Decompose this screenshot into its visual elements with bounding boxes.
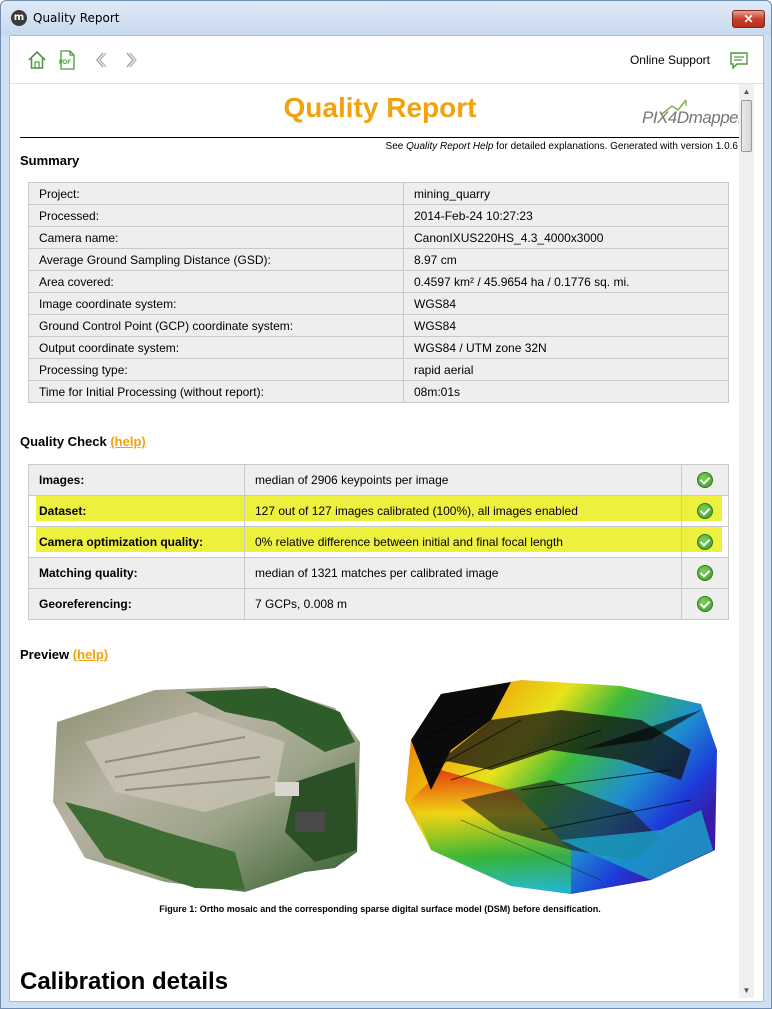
quality-check-status [681, 464, 729, 496]
quality-check-value: 0% relative difference between initial a… [244, 526, 682, 558]
preview-help-link[interactable]: (help) [73, 647, 108, 662]
help-note-prefix: See [385, 141, 407, 152]
quality-check-table: Images: median of 2906 keypoints per imag… [28, 464, 729, 620]
preview-heading: Preview (help) [20, 647, 108, 662]
summary-row: Project: mining_quarry [28, 182, 729, 205]
quality-check-label: Camera optimization quality: [28, 526, 245, 558]
quality-check-value: 127 out of 127 images calibrated (100%),… [244, 495, 682, 527]
summary-row: Time for Initial Processing (without rep… [28, 380, 729, 403]
summary-label: Area covered: [28, 270, 404, 293]
online-support-link[interactable]: Online Support [630, 53, 710, 67]
quality-check-status [681, 588, 729, 620]
quality-check-row: Georeferencing: 7 GCPs, 0.008 m [28, 588, 729, 620]
summary-label: Output coordinate system: [28, 336, 404, 359]
pdf-icon[interactable]: PDF [56, 49, 78, 71]
summary-heading: Summary [20, 153, 80, 168]
check-ok-icon [697, 472, 713, 488]
client-area: PDF Online Support Quality Report PIX4Dm… [9, 35, 764, 1002]
check-ok-icon [697, 534, 713, 550]
quality-check-status [681, 557, 729, 589]
summary-label: Average Ground Sampling Distance (GSD): [28, 248, 404, 271]
quality-check-value: 7 GCPs, 0.008 m [244, 588, 682, 620]
quality-report-window: m Quality Report ✕ PDF Online Support Qu… [0, 0, 772, 1009]
pix4d-app-icon: m [11, 10, 27, 26]
summary-value: mining_quarry [403, 182, 729, 205]
report-document[interactable]: Quality Report PIX4Dmapper See Quality R… [20, 84, 740, 998]
check-ok-icon [697, 596, 713, 612]
summary-row: Ground Control Point (GCP) coordinate sy… [28, 314, 729, 337]
summary-label: Ground Control Point (GCP) coordinate sy… [28, 314, 404, 337]
title-bar[interactable]: m Quality Report ✕ [1, 1, 771, 35]
brand-text: PIX4Dmapper [642, 108, 740, 127]
calibration-details-heading: Calibration details [20, 968, 229, 995]
quality-check-row: Images: median of 2906 keypoints per imag… [28, 464, 729, 496]
summary-row: Processing type: rapid aerial [28, 358, 729, 381]
pix4dmapper-logo: PIX4Dmapper [642, 96, 740, 128]
quality-check-row: Dataset: 127 out of 127 images calibrated… [28, 495, 729, 527]
summary-value: rapid aerial [403, 358, 729, 381]
chat-bubble-icon[interactable] [729, 50, 749, 70]
quality-check-row: Camera optimization quality: 0% relative … [28, 526, 729, 558]
check-ok-icon [697, 503, 713, 519]
quality-check-heading: Quality Check (help) [20, 434, 146, 449]
quality-check-value: median of 1321 matches per calibrated im… [244, 557, 682, 589]
preview-title: Preview [20, 647, 70, 662]
summary-label: Processed: [28, 204, 404, 227]
window-title: Quality Report [33, 11, 120, 25]
help-note-suffix: for detailed explanations. Generated wit… [493, 141, 738, 152]
vertical-scrollbar[interactable]: ▲ ▼ [739, 84, 754, 998]
summary-row: Output coordinate system: WGS84 / UTM zon… [28, 336, 729, 359]
quality-check-label: Images: [28, 464, 245, 496]
check-ok-icon [697, 565, 713, 581]
dsm-image [401, 680, 717, 898]
quality-check-label: Matching quality: [28, 557, 245, 589]
summary-row: Area covered: 0.4597 km² / 45.9654 ha / 0… [28, 270, 729, 293]
home-icon[interactable] [26, 49, 48, 71]
quality-check-status [681, 495, 729, 527]
title-divider [20, 137, 740, 138]
forward-chevron-icon[interactable] [120, 49, 142, 71]
quality-check-value: median of 2906 keypoints per image [244, 464, 682, 496]
summary-row: Average Ground Sampling Distance (GSD): 8… [28, 248, 729, 271]
quality-check-label: Georeferencing: [28, 588, 245, 620]
quality-check-status [681, 526, 729, 558]
toolbar: PDF Online Support [10, 36, 763, 84]
summary-row: Image coordinate system: WGS84 [28, 292, 729, 315]
summary-value: 2014-Feb-24 10:27:23 [403, 204, 729, 227]
scroll-down-arrow-icon[interactable]: ▼ [739, 983, 754, 998]
help-note: See Quality Report Help for detailed exp… [386, 141, 738, 152]
report-title: Quality Report [283, 92, 477, 123]
summary-value: CanonIXUS220HS_4.3_4000x3000 [403, 226, 729, 249]
summary-value: 8.97 cm [403, 248, 729, 271]
summary-label: Time for Initial Processing (without rep… [28, 380, 404, 403]
quality-check-label: Dataset: [28, 495, 245, 527]
summary-table: Project: mining_quarry Processed: 2014-Feb-… [28, 182, 729, 403]
summary-value: WGS84 / UTM zone 32N [403, 336, 729, 359]
summary-row: Camera name: CanonIXUS220HS_4.3_4000x3000 [28, 226, 729, 249]
figure-caption: Figure 1: Ortho mosaic and the correspon… [159, 904, 601, 914]
svg-text:PDF: PDF [59, 60, 71, 66]
quality-check-title: Quality Check [20, 434, 107, 449]
quality-check-row: Matching quality: median of 1321 matches … [28, 557, 729, 589]
quality-check-help-link[interactable]: (help) [110, 434, 145, 449]
summary-value: WGS84 [403, 314, 729, 337]
scrollbar-thumb[interactable] [741, 100, 752, 152]
summary-row: Processed: 2014-Feb-24 10:27:23 [28, 204, 729, 227]
summary-label: Image coordinate system: [28, 292, 404, 315]
summary-value: 08m:01s [403, 380, 729, 403]
scroll-up-arrow-icon[interactable]: ▲ [739, 84, 754, 99]
summary-value: 0.4597 km² / 45.9654 ha / 0.1776 sq. mi. [403, 270, 729, 293]
summary-label: Processing type: [28, 358, 404, 381]
back-chevron-icon[interactable] [90, 49, 112, 71]
orthomosaic-image [45, 682, 360, 897]
quality-report-help-link[interactable]: Quality Report Help [406, 141, 493, 152]
summary-label: Project: [28, 182, 404, 205]
summary-label: Camera name: [28, 226, 404, 249]
summary-value: WGS84 [403, 292, 729, 315]
close-button[interactable]: ✕ [732, 10, 765, 28]
